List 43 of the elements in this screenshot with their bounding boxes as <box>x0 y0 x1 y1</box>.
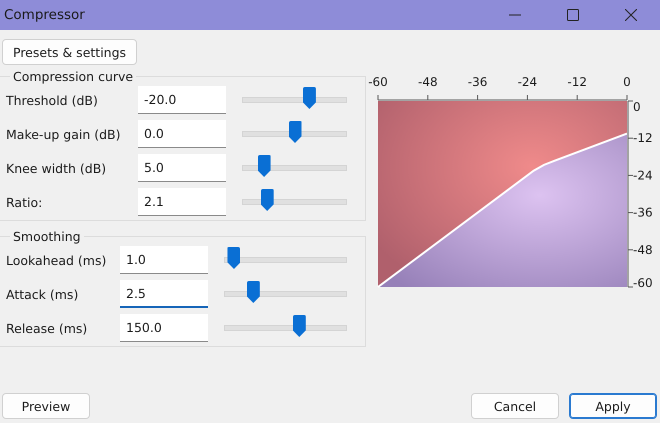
slider-thumb[interactable] <box>292 315 306 337</box>
dialog-button[interactable]: Apply <box>569 393 657 419</box>
y-tick-label: -12 <box>633 131 653 146</box>
group-title: Smoothing <box>12 229 82 244</box>
input-field[interactable]: 2.1 <box>138 188 226 216</box>
x-tick-label: -24 <box>518 75 538 89</box>
x-tick-label: -36 <box>468 75 488 89</box>
field-label: Attack (ms) <box>6 286 80 302</box>
y-tick-label: -36 <box>633 206 653 220</box>
field-label: Knee width (dB) <box>6 160 108 176</box>
slider-thumb[interactable] <box>246 281 260 303</box>
y-tick-label: -60 <box>633 276 653 290</box>
maximize-icon <box>567 9 579 21</box>
field-label: Threshold (dB) <box>6 92 99 108</box>
window-title: Compressor <box>4 7 86 23</box>
slider-thumb[interactable] <box>260 189 274 211</box>
slider-thumb[interactable] <box>288 121 302 143</box>
field-label: Release (ms) <box>6 320 88 336</box>
group-title: Compression curve <box>12 69 134 84</box>
x-tick-label: -48 <box>418 75 438 89</box>
field-label: Ratio: <box>6 194 44 210</box>
presets-button[interactable]: Presets & settings <box>2 39 138 65</box>
y-tick-label: 0 <box>633 100 641 114</box>
input-field[interactable]: -20.0 <box>138 86 226 114</box>
field-label: Make-up gain (dB) <box>6 126 122 142</box>
input-field[interactable]: 2.5 <box>120 280 208 308</box>
y-tick-label: -48 <box>633 242 653 257</box>
slider-thumb[interactable] <box>302 87 316 109</box>
x-tick-label: 0 <box>623 75 631 89</box>
dialog-button[interactable]: Preview <box>2 393 90 419</box>
field-label: Lookahead (ms) <box>6 252 108 268</box>
y-tick-label: -24 <box>633 168 653 182</box>
x-tick-label: -12 <box>567 75 587 89</box>
minimize-icon <box>509 14 521 16</box>
slider-thumb[interactable] <box>258 155 271 177</box>
input-field[interactable]: 5.0 <box>138 154 226 182</box>
input-field[interactable]: 150.0 <box>120 314 208 342</box>
input-field[interactable]: 1.0 <box>120 246 208 274</box>
close-icon <box>625 9 637 21</box>
x-tick-label: -60 <box>368 75 388 89</box>
dialog-button[interactable]: Cancel <box>471 393 559 419</box>
input-field[interactable]: 0.0 <box>138 120 226 148</box>
slider-thumb[interactable] <box>227 247 240 269</box>
